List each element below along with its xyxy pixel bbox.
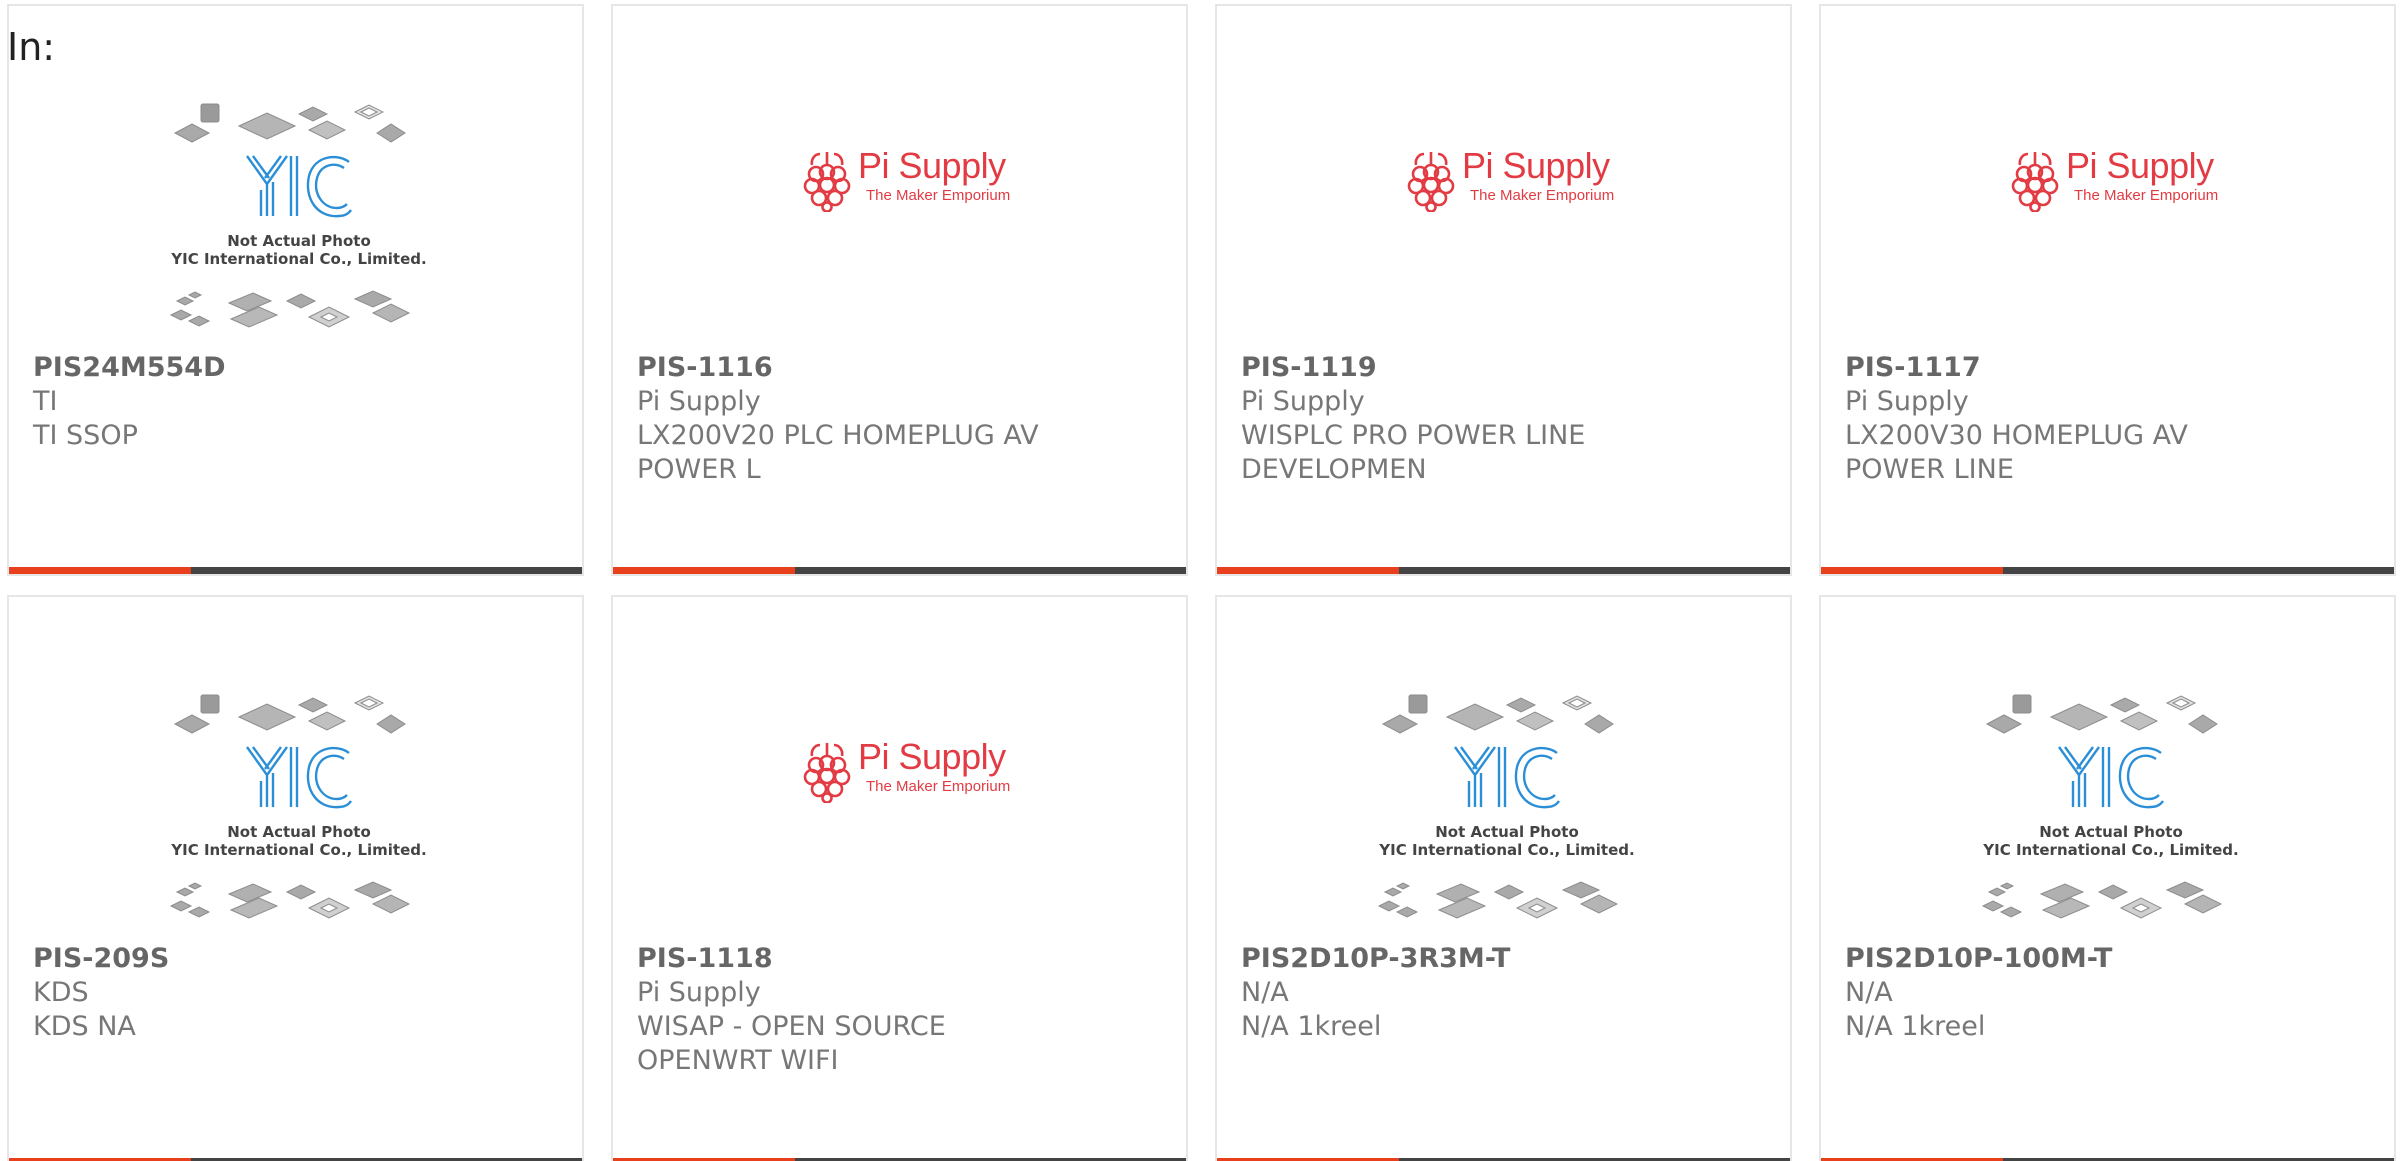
- product-card[interactable]: Pi Supply The Maker Emporium PIS-1116 Pi …: [611, 4, 1188, 576]
- raspberry-icon: [1407, 152, 1455, 212]
- manufacturer-text: TI: [33, 386, 58, 417]
- pi-brand-text: Pi Supply: [858, 736, 1006, 777]
- chip-packages-icon: [169, 103, 411, 328]
- product-image[interactable]: Not Actual Photo YIC International Co., …: [1821, 597, 2394, 937]
- product-info: PIS24M554D TI TI SSOP: [33, 350, 558, 453]
- product-info: PIS-1117 Pi Supply LX200V30 HOMEPLUG AV PO…: [1845, 350, 2370, 487]
- product-image[interactable]: Not Actual Photo YIC International Co., …: [9, 597, 582, 937]
- description-text: N/A 1kreel: [1845, 1011, 1986, 1042]
- pi-tagline-text: The Maker Emporium: [866, 778, 1011, 795]
- pi-supply-logo: Pi Supply The Maker Emporium: [800, 737, 1010, 809]
- raspberry-icon: [803, 743, 851, 803]
- card-bottom-bar: [1217, 567, 1790, 574]
- not-actual-photo-placeholder: Not Actual Photo YIC International Co., …: [1971, 687, 2251, 927]
- description-text: LX200V20 PLC HOMEPLUG AV POWER L: [637, 420, 1039, 485]
- description-text: LX200V30 HOMEPLUG AV POWER LINE: [1845, 420, 2188, 485]
- not-actual-photo-text: Not Actual Photo: [227, 232, 371, 250]
- description-text: N/A 1kreel: [1241, 1011, 1382, 1042]
- yic-company-text: YIC International Co., Limited.: [1983, 841, 2239, 859]
- raspberry-icon: [803, 152, 851, 212]
- manufacturer-text: Pi Supply: [637, 977, 761, 1008]
- chip-packages-icon: [1377, 694, 1619, 919]
- not-actual-photo-placeholder: Not Actual Photo YIC International Co., …: [1367, 687, 1647, 927]
- yic-company-text: YIC International Co., Limited.: [171, 841, 427, 859]
- yic-company-text: YIC International Co., Limited.: [171, 250, 427, 268]
- product-card[interactable]: Pi Supply The Maker Emporium PIS-1119 Pi …: [1215, 4, 1792, 576]
- description-text: TI SSOP: [33, 420, 138, 451]
- part-number-link[interactable]: PIS2D10P-100M-T: [1845, 941, 2370, 976]
- chip-packages-icon: [169, 694, 411, 919]
- manufacturer-text: Pi Supply: [1845, 386, 1969, 417]
- not-actual-photo-placeholder: Not Actual Photo YIC International Co., …: [159, 687, 439, 927]
- pi-brand-text: Pi Supply: [2066, 145, 2214, 186]
- product-info: PIS2D10P-100M-T N/A N/A 1kreel: [1845, 941, 2370, 1044]
- product-info: PIS-1118 Pi Supply WISAP - OPEN SOURCE OPE…: [637, 941, 1162, 1078]
- product-info: PIS-1116 Pi Supply LX200V20 PLC HOMEPLUG A…: [637, 350, 1162, 487]
- card-accent-bar: [613, 567, 795, 574]
- card-accent-bar: [9, 567, 191, 574]
- product-card[interactable]: Pi Supply The Maker Emporium PIS-1117 Pi …: [1819, 4, 2396, 576]
- manufacturer-text: Pi Supply: [1241, 386, 1365, 417]
- card-accent-bar: [1821, 567, 2003, 574]
- product-info: PIS2D10P-3R3M-T N/A N/A 1kreel: [1241, 941, 1766, 1044]
- filter-label: In:: [7, 25, 56, 69]
- pi-tagline-text: The Maker Emporium: [866, 187, 1011, 204]
- description-text: WISPLC PRO POWER LINE DEVELOPMEN: [1241, 420, 1586, 485]
- part-number-link[interactable]: PIS-1119: [1241, 350, 1766, 385]
- part-number-link[interactable]: PIS-1116: [637, 350, 1162, 385]
- description-text: KDS NA: [33, 1011, 136, 1042]
- card-bottom-bar: [9, 567, 582, 574]
- product-image[interactable]: Not Actual Photo YIC International Co., …: [9, 6, 582, 346]
- product-card[interactable]: Pi Supply The Maker Emporium PIS-1118 Pi …: [611, 595, 1188, 1161]
- yic-company-text: YIC International Co., Limited.: [1379, 841, 1635, 859]
- product-card[interactable]: Not Actual Photo YIC International Co., …: [7, 4, 584, 576]
- part-number-link[interactable]: PIS-1117: [1845, 350, 2370, 385]
- pi-brand-text: Pi Supply: [858, 145, 1006, 186]
- part-number-link[interactable]: PIS-209S: [33, 941, 558, 976]
- card-bottom-bar: [613, 567, 1186, 574]
- pi-tagline-text: The Maker Emporium: [2074, 187, 2219, 204]
- manufacturer-text: Pi Supply: [637, 386, 761, 417]
- card-bottom-bar: [1821, 567, 2394, 574]
- manufacturer-text: N/A: [1845, 977, 1893, 1008]
- chip-packages-icon: [1981, 694, 2223, 919]
- product-grid-page: In: Not Actual Photo YIC International C…: [0, 0, 2400, 1161]
- product-card[interactable]: Not Actual Photo YIC International Co., …: [7, 595, 584, 1161]
- not-actual-photo-text: Not Actual Photo: [1435, 823, 1579, 841]
- product-image[interactable]: Pi Supply The Maker Emporium: [1821, 6, 2394, 346]
- manufacturer-text: N/A: [1241, 977, 1289, 1008]
- product-card[interactable]: Not Actual Photo YIC International Co., …: [1819, 595, 2396, 1161]
- product-info: PIS-209S KDS KDS NA: [33, 941, 558, 1044]
- pi-supply-logo: Pi Supply The Maker Emporium: [2008, 146, 2218, 218]
- not-actual-photo-text: Not Actual Photo: [2039, 823, 2183, 841]
- part-number-link[interactable]: PIS24M554D: [33, 350, 558, 385]
- product-info: PIS-1119 Pi Supply WISPLC PRO POWER LINE D…: [1241, 350, 1766, 487]
- product-image[interactable]: Pi Supply The Maker Emporium: [1217, 6, 1790, 346]
- pi-tagline-text: The Maker Emporium: [1470, 187, 1615, 204]
- raspberry-icon: [2011, 152, 2059, 212]
- product-image[interactable]: Not Actual Photo YIC International Co., …: [1217, 597, 1790, 937]
- product-image[interactable]: Pi Supply The Maker Emporium: [613, 597, 1186, 937]
- pi-supply-logo: Pi Supply The Maker Emporium: [1404, 146, 1614, 218]
- not-actual-photo-text: Not Actual Photo: [227, 823, 371, 841]
- not-actual-photo-placeholder: Not Actual Photo YIC International Co., …: [159, 96, 439, 336]
- manufacturer-text: KDS: [33, 977, 89, 1008]
- pi-supply-logo: Pi Supply The Maker Emporium: [800, 146, 1010, 218]
- part-number-link[interactable]: PIS2D10P-3R3M-T: [1241, 941, 1766, 976]
- product-card[interactable]: Not Actual Photo YIC International Co., …: [1215, 595, 1792, 1161]
- description-text: WISAP - OPEN SOURCE OPENWRT WIFI: [637, 1011, 946, 1076]
- part-number-link[interactable]: PIS-1118: [637, 941, 1162, 976]
- product-image[interactable]: Pi Supply The Maker Emporium: [613, 6, 1186, 346]
- pi-brand-text: Pi Supply: [1462, 145, 1610, 186]
- card-accent-bar: [1217, 567, 1399, 574]
